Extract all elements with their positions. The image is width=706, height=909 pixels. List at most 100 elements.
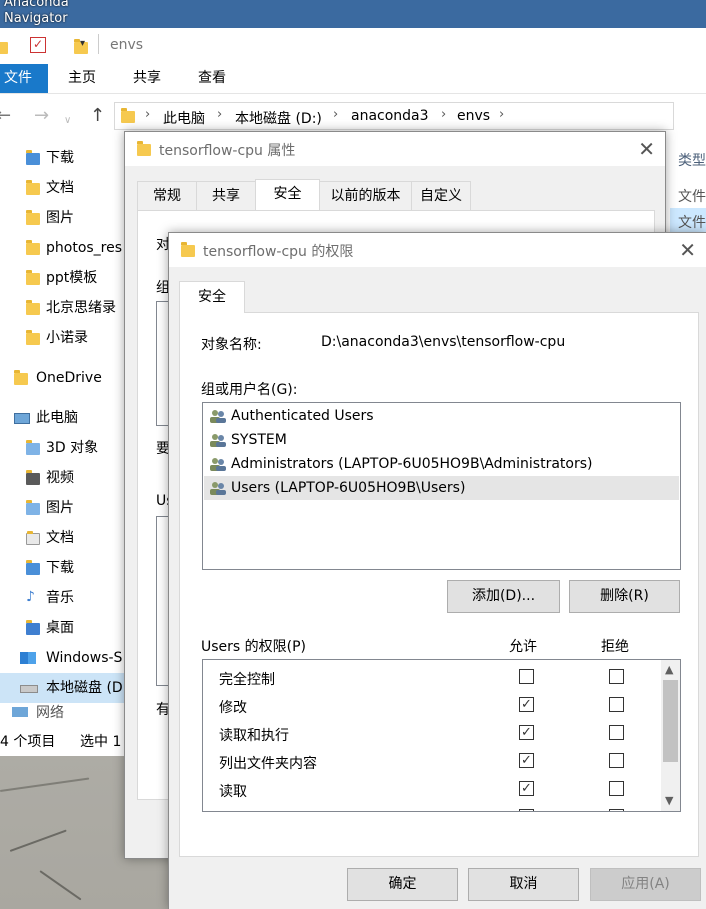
ground-crack xyxy=(0,777,90,792)
nav-item-label: 文档 xyxy=(46,530,74,546)
tab-general[interactable]: 常规 xyxy=(137,181,197,210)
list-item[interactable]: Administrators (LAPTOP-6U05HO9B\Administ… xyxy=(204,452,679,476)
nav-item-documents[interactable]: 文档 xyxy=(0,173,130,203)
back-arrow-icon[interactable]: ← xyxy=(0,106,11,126)
tab-previous-versions[interactable]: 以前的版本 xyxy=(319,181,412,210)
customize-qat-dropdown-icon[interactable]: ▾ xyxy=(80,38,85,49)
permission-name: 列出文件夹内容 xyxy=(219,756,317,772)
up-arrow-icon[interactable]: ↑ xyxy=(90,106,105,126)
tab-security[interactable]: 安全 xyxy=(179,281,245,313)
add-button[interactable]: 添加(D)... xyxy=(447,580,560,613)
breadcrumb-this-pc[interactable]: 此电脑 xyxy=(163,108,205,128)
close-icon[interactable]: ✕ xyxy=(679,240,696,260)
drive-c-icon xyxy=(20,652,36,664)
allow-checkbox[interactable]: ✓ xyxy=(519,697,534,712)
forward-arrow-icon[interactable]: → xyxy=(34,106,49,126)
group-name: Administrators (LAPTOP-6U05HO9B\Administ… xyxy=(231,456,593,472)
download-folder-icon xyxy=(26,150,40,165)
apply-button[interactable]: 应用(A) xyxy=(590,868,701,901)
qat-path-label: envs xyxy=(110,37,144,53)
allow-checkbox[interactable] xyxy=(519,809,534,811)
item-count: 4 个项目 xyxy=(0,734,56,750)
tab-customize[interactable]: 自定义 xyxy=(411,181,471,210)
close-icon[interactable]: ✕ xyxy=(638,139,655,159)
remove-button[interactable]: 删除(R) xyxy=(569,580,680,613)
nav-item-photos-res[interactable]: photos_res xyxy=(0,233,130,263)
breadcrumb-envs[interactable]: envs xyxy=(457,108,490,124)
permissions-list[interactable]: 完全控制 修改 ✓ 读取和执行 ✓ 列出文件夹内容 ✓ 读取 ✓ ▲ ▼ xyxy=(202,659,681,812)
deny-checkbox[interactable] xyxy=(609,669,624,684)
nav-item-downloads-2[interactable]: 下载 xyxy=(0,553,130,583)
permissions-title-bar[interactable]: tensorflow-cpu 的权限 ✕ xyxy=(169,233,706,267)
nav-item-windows-drive[interactable]: Windows-S xyxy=(0,643,130,673)
group-user-list[interactable]: Authenticated Users SYSTEM Administrator… xyxy=(202,402,681,570)
scroll-down-icon[interactable]: ▼ xyxy=(665,794,673,807)
allow-checkbox[interactable]: ✓ xyxy=(519,753,534,768)
folder-icon[interactable] xyxy=(0,42,8,54)
deny-checkbox[interactable] xyxy=(609,781,624,796)
onedrive-icon xyxy=(14,370,28,385)
column-header-type[interactable]: 类型 xyxy=(678,150,706,170)
nav-item-label: 小诺录 xyxy=(46,330,88,346)
chevron-right-icon[interactable]: › xyxy=(499,107,504,122)
deny-checkbox[interactable] xyxy=(609,697,624,712)
group-name: Users (LAPTOP-6U05HO9B\Users) xyxy=(231,480,466,496)
chevron-right-icon[interactable]: › xyxy=(145,107,150,122)
scroll-up-icon[interactable]: ▲ xyxy=(665,663,673,676)
properties-check-icon[interactable]: ✓ xyxy=(30,37,46,53)
tab-share[interactable]: 共享 xyxy=(133,64,161,93)
cancel-button[interactable]: 取消 xyxy=(468,868,579,901)
desktop-label-line1[interactable]: Anaconda xyxy=(4,0,69,10)
nav-item-videos[interactable]: 视频 xyxy=(0,463,130,493)
tab-file[interactable]: 文件 xyxy=(0,64,48,93)
nav-item-label: Windows-S xyxy=(46,650,123,666)
deny-checkbox[interactable] xyxy=(609,725,624,740)
nav-item-label: 桌面 xyxy=(46,620,74,636)
nav-item-music[interactable]: ♪ 音乐 xyxy=(0,583,130,613)
ok-button[interactable]: 确定 xyxy=(347,868,458,901)
chevron-right-icon[interactable]: › xyxy=(441,107,446,122)
permissions-scrollbar[interactable]: ▲ ▼ xyxy=(661,660,680,811)
nav-item-this-pc[interactable]: 此电脑 xyxy=(0,403,130,433)
nav-item-onedrive[interactable]: OneDrive xyxy=(0,363,130,393)
nav-item-pictures[interactable]: 图片 xyxy=(0,203,130,233)
object-name-label: 对象名称: xyxy=(201,337,262,353)
deny-checkbox[interactable] xyxy=(609,809,624,811)
address-box[interactable]: › 此电脑 › 本地磁盘 (D:) › anaconda3 › envs › xyxy=(114,102,674,130)
nav-item-beijing-notes[interactable]: 北京思绪录 xyxy=(0,293,130,323)
tab-home[interactable]: 主页 xyxy=(68,64,96,93)
tab-view[interactable]: 查看 xyxy=(198,64,226,93)
chevron-right-icon[interactable]: › xyxy=(217,107,222,122)
nav-item-pictures-2[interactable]: 图片 xyxy=(0,493,130,523)
nav-item-local-disk-d[interactable]: 本地磁盘 (D xyxy=(0,673,130,703)
selected-row-highlight[interactable]: 文件 xyxy=(670,208,706,234)
tab-sharing[interactable]: 共享 xyxy=(196,181,256,210)
breadcrumb-drive-d[interactable]: 本地磁盘 (D:) xyxy=(235,108,322,128)
deny-checkbox[interactable] xyxy=(609,753,624,768)
permission-row: 读取 ✓ xyxy=(203,775,661,803)
permission-name: 读取 xyxy=(219,784,247,800)
nav-item-3d-objects[interactable]: 3D 对象 xyxy=(0,433,130,463)
videos-icon xyxy=(26,470,40,485)
nav-item-label: 3D 对象 xyxy=(46,440,99,456)
list-item[interactable]: Authenticated Users xyxy=(204,404,679,428)
allow-checkbox[interactable] xyxy=(519,669,534,684)
list-item[interactable]: Users (LAPTOP-6U05HO9B\Users) xyxy=(204,476,679,500)
tab-security[interactable]: 安全 xyxy=(255,179,320,211)
breadcrumb-anaconda3[interactable]: anaconda3 xyxy=(351,108,429,124)
desktop-label-line2[interactable]: Navigator xyxy=(4,12,68,26)
nav-item-xiaonuo[interactable]: 小诺录 xyxy=(0,323,130,353)
nav-item-downloads[interactable]: 下载 xyxy=(0,143,130,173)
properties-title-bar[interactable]: tensorflow-cpu 属性 ✕ xyxy=(125,132,665,166)
recent-locations-chevron-icon[interactable]: ∨ xyxy=(64,111,71,131)
chevron-right-icon[interactable]: › xyxy=(333,107,338,122)
nav-item-network[interactable]: 网络 xyxy=(0,703,130,721)
nav-item-documents-2[interactable]: 文档 xyxy=(0,523,130,553)
allow-checkbox[interactable]: ✓ xyxy=(519,781,534,796)
scrollbar-thumb[interactable] xyxy=(663,680,678,762)
allow-checkbox[interactable]: ✓ xyxy=(519,725,534,740)
nav-item-ppt-templates[interactable]: ppt模板 xyxy=(0,263,130,293)
desktop-icon xyxy=(26,620,40,635)
nav-item-desktop[interactable]: 桌面 xyxy=(0,613,130,643)
list-item[interactable]: SYSTEM xyxy=(204,428,679,452)
